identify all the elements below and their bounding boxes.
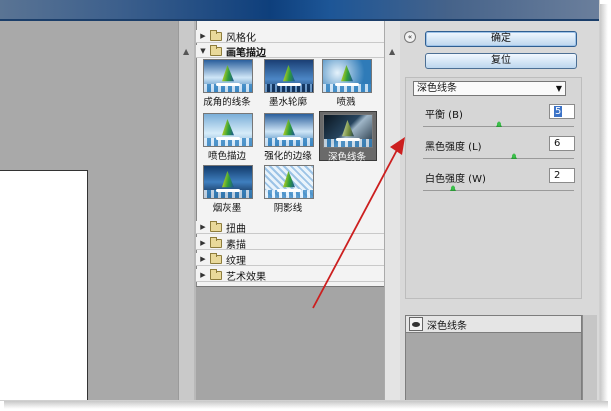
filter-preview-image [203, 113, 253, 147]
filter-thumbnail-label: 喷溅 [336, 97, 356, 108]
filter-category-label: 扭曲 [226, 223, 246, 235]
triangle-right-icon[interactable]: ▶ [196, 223, 210, 231]
param-value: 2 [554, 170, 561, 181]
filter-category-label: 风格化 [226, 32, 256, 44]
triangle-right-icon[interactable]: ▶ [196, 255, 210, 263]
title-strip [0, 0, 599, 21]
preview-area[interactable] [0, 21, 178, 400]
filter-preview-image [203, 165, 253, 199]
filter-thumbnail-label: 墨水轮廓 [268, 97, 307, 108]
filter-category-label: 艺术效果 [226, 271, 266, 283]
filter-thumbnail[interactable]: 深色线条 [319, 111, 377, 163]
folder-icon [210, 268, 222, 280]
filter-thumbnail[interactable]: 强化的边缘 [261, 111, 319, 162]
gallery-scrollbar[interactable]: ▲ [384, 21, 400, 400]
filter-thumbnail[interactable]: 烟灰墨 [200, 163, 258, 214]
triangle-right-icon[interactable]: ▶ [196, 271, 210, 279]
filter-category-4[interactable]: ▶ 纹理 [196, 252, 384, 267]
filter-thumbnail-label: 强化的边缘 [264, 151, 312, 162]
param-value-input[interactable]: 5 [549, 104, 575, 119]
param-label: 白色强度 (W) [425, 174, 486, 185]
param-value: 6 [554, 138, 561, 149]
filter-thumbnail[interactable]: 喷溅 [319, 57, 377, 108]
layers-scrollbar[interactable] [582, 315, 597, 400]
chevron-down-icon: ▼ [555, 84, 562, 93]
filter-thumbnail[interactable]: 喷色描边 [200, 111, 258, 162]
filter-thumbnail-label: 成角的线条 [203, 97, 251, 108]
window-shadow [4, 401, 608, 409]
triangle-down-icon[interactable]: ▼ [196, 47, 210, 55]
folder-icon [210, 44, 222, 56]
param-value: 5 [554, 106, 563, 117]
filter-thumbnail[interactable]: 墨水轮廓 [261, 57, 319, 108]
folder-icon [210, 29, 222, 41]
param-value-input[interactable]: 6 [549, 136, 575, 151]
eye-visibility-icon[interactable] [409, 317, 423, 331]
filter-preview-image [322, 59, 372, 93]
filter-thumbnail-label: 阴影线 [273, 203, 303, 214]
effect-layer-label: 深色线条 [427, 320, 467, 332]
filter-thumbnail[interactable]: 成角的线条 [200, 57, 258, 108]
filter-preview-image [264, 113, 314, 147]
filter-preview-image [203, 59, 253, 93]
filter-preview-image [264, 59, 314, 93]
filter-category-5[interactable]: ▶ 艺术效果 [196, 268, 384, 283]
filter-thumbnail-label: 喷色描边 [207, 151, 246, 162]
param-slider-handle[interactable] [450, 185, 456, 191]
filter-thumbnail[interactable]: 阴影线 [261, 163, 319, 214]
filter-gallery-window: ▲ ▲ ▶ 风格化 ▼ 画笔描边 ▶ 扭曲 ▶ 素描 ▶ 纹理 ▶ 艺术效果 成角的线条 墨水轮廓 喷溅喷… [0, 0, 600, 401]
param-label: 黑色强度 (L) [425, 142, 482, 153]
preview-canvas [0, 170, 88, 400]
filter-select-value: 深色线条 [417, 83, 457, 94]
gallery-empty-area [196, 286, 384, 400]
param-label: 平衡 (B) [425, 110, 463, 121]
filter-thumbnail-label: 烟灰墨 [212, 203, 242, 214]
triangle-right-icon[interactable]: ▶ [196, 239, 210, 247]
folder-icon [210, 236, 222, 248]
filter-preview-image [264, 165, 314, 199]
filter-category-2[interactable]: ▶ 扭曲 [196, 220, 384, 235]
filter-category-label: 素描 [226, 239, 246, 251]
reset-button[interactable]: 复位 [425, 53, 577, 69]
scroll-up-icon[interactable]: ▲ [389, 47, 395, 56]
param-slider-track[interactable] [423, 158, 574, 159]
folder-icon [210, 220, 222, 232]
filter-category-0[interactable]: ▶ 风格化 [196, 29, 384, 44]
collapse-gallery-icon[interactable]: « [404, 31, 416, 43]
window-shadow [600, 4, 608, 404]
preview-scrollbar[interactable]: ▲ [178, 21, 194, 400]
effect-layer-row[interactable]: 深色线条 [405, 315, 582, 333]
scroll-up-icon[interactable]: ▲ [183, 47, 189, 56]
ok-button[interactable]: 确定 [425, 31, 577, 47]
param-slider-handle[interactable] [496, 121, 502, 127]
param-value-input[interactable]: 2 [549, 168, 575, 183]
filter-thumbnail-label: 深色线条 [327, 152, 366, 163]
filter-category-label: 纹理 [226, 255, 246, 267]
triangle-right-icon[interactable]: ▶ [196, 32, 210, 40]
filter-category-3[interactable]: ▶ 素描 [196, 236, 384, 251]
folder-icon [210, 252, 222, 264]
param-slider-handle[interactable] [511, 153, 517, 159]
filter-preview-image [323, 114, 373, 148]
param-slider-track[interactable] [423, 190, 574, 191]
filter-select[interactable]: 深色线条 ▼ [413, 81, 566, 96]
